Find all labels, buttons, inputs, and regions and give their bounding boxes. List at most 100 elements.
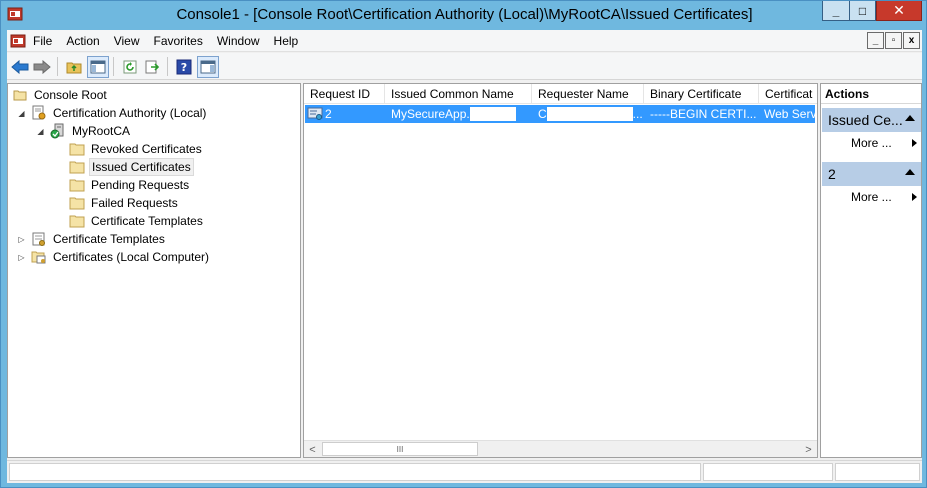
status-bar	[7, 460, 922, 482]
action-more-item[interactable]: More ...	[851, 188, 921, 206]
tree-item-revoked-certificates[interactable]: Revoked Certificates	[69, 140, 204, 158]
close-button[interactable]: ✕	[876, 1, 922, 21]
cell-certificate-template: Web Serv	[764, 107, 815, 121]
window-title: Console1 - [Console Root\Certification A…	[176, 6, 753, 23]
menu-favorites[interactable]: Favorites	[154, 34, 203, 48]
refresh-icon[interactable]	[119, 56, 141, 78]
console-root-icon	[12, 87, 28, 103]
mmc-window: Console1 - [Console Root\Certification A…	[0, 0, 927, 488]
status-segment-main	[9, 463, 701, 481]
cell-requester-name: C...	[532, 105, 644, 123]
tree-item-failed-requests[interactable]: Failed Requests	[69, 194, 180, 212]
tree-item-label: Issued Certificates	[89, 158, 194, 176]
expanded-arrow-icon[interactable]: ◢	[35, 126, 46, 137]
section-label: 2	[828, 166, 836, 182]
scroll-thumb[interactable]: III	[322, 442, 478, 456]
collapse-caret-icon[interactable]	[905, 115, 915, 121]
console-tree[interactable]: Console Root ◢ Certification Authority (…	[7, 83, 301, 458]
request-id-value: 2	[325, 107, 332, 121]
table-row[interactable]: 2 MySecureApp. C... -----BEGIN CERTI... …	[305, 105, 815, 123]
column-header-requester-name[interactable]: Requester Name	[532, 84, 644, 104]
maximize-button[interactable]: □	[849, 1, 876, 21]
child-window-controls: _ ▫ x	[866, 32, 920, 49]
certificate-row-icon	[307, 107, 323, 121]
redacted-block	[469, 107, 516, 121]
tree-item-certificates-local-computer[interactable]: ▷ Certificates (Local Computer)	[16, 248, 211, 266]
certificates-icon	[31, 249, 47, 265]
certificate-templates-icon	[31, 231, 47, 247]
child-close-button[interactable]: x	[903, 32, 920, 49]
tree-item-ca-certificate-templates[interactable]: Certificate Templates	[69, 212, 205, 230]
menu-view[interactable]: View	[114, 34, 140, 48]
child-restore-button[interactable]: ▫	[885, 32, 902, 49]
menu-items: File Action View Favorites Window Help	[33, 34, 312, 48]
collapsed-arrow-icon[interactable]: ▷	[16, 234, 27, 245]
up-folder-icon[interactable]	[63, 56, 85, 78]
action-more-issued[interactable]: More ...	[851, 134, 921, 152]
redacted-block	[546, 107, 633, 121]
actions-title: Actions	[821, 84, 921, 104]
back-icon[interactable]	[9, 56, 31, 78]
tree-item-label: MyRootCA	[72, 124, 131, 138]
menu-window[interactable]: Window	[217, 34, 260, 48]
collapse-caret-icon[interactable]	[905, 169, 915, 175]
tree-item-label: Failed Requests	[91, 196, 178, 210]
action-label: More ...	[851, 136, 892, 150]
show-hide-tree-icon[interactable]	[87, 56, 109, 78]
tree-item-certificate-templates[interactable]: ▷ Certificate Templates	[16, 230, 167, 248]
ca-server-icon	[50, 123, 66, 139]
tree-item-label: Revoked Certificates	[91, 142, 202, 156]
column-header-issued-common-name[interactable]: Issued Common Name	[385, 84, 532, 104]
folder-icon	[69, 159, 85, 175]
tree-item-pending-requests[interactable]: Pending Requests	[69, 176, 191, 194]
cell-issued-common-name: MySecureApp.	[385, 105, 532, 123]
tree-item-label: Certificates (Local Computer)	[53, 250, 210, 264]
submenu-arrow-icon	[912, 139, 917, 147]
menu-bar: File Action View Favorites Window Help _…	[7, 30, 922, 52]
menu-action[interactable]: Action	[66, 34, 99, 48]
collapsed-arrow-icon[interactable]: ▷	[16, 252, 27, 263]
action-label: More ...	[851, 190, 892, 204]
tree-item-myrootca[interactable]: ◢ MyRootCA	[35, 122, 132, 140]
requester-name-ellipsis: ...	[632, 107, 643, 121]
child-minimize-button[interactable]: _	[867, 32, 884, 49]
horizontal-scrollbar[interactable]: < III >	[304, 440, 817, 457]
window-controls: _ □ ✕	[822, 1, 922, 21]
menu-file[interactable]: File	[33, 34, 52, 48]
scroll-right-icon[interactable]: >	[800, 441, 817, 457]
minimize-button[interactable]: _	[822, 1, 849, 21]
actions-section-issued-certificates[interactable]: Issued Ce...	[822, 108, 921, 132]
tree-item-certification-authority[interactable]: ◢ Certification Authority (Local)	[16, 104, 208, 122]
folder-icon	[69, 177, 85, 193]
submenu-arrow-icon	[912, 193, 917, 201]
toolbar-separator	[113, 57, 114, 76]
column-header-request-id[interactable]: Request ID	[304, 84, 385, 104]
cell-binary-certificate: -----BEGIN CERTI...	[650, 107, 757, 121]
forward-icon[interactable]	[31, 56, 53, 78]
folder-icon	[69, 195, 85, 211]
expanded-arrow-icon[interactable]: ◢	[16, 108, 27, 119]
toolbar: ?	[7, 53, 922, 80]
actions-pane: Actions Issued Ce... More ... 2 More ...	[820, 83, 922, 458]
show-hide-action-pane-icon[interactable]	[197, 56, 219, 78]
list-header: Request ID Issued Common Name Requester …	[304, 84, 817, 104]
client-area: File Action View Favorites Window Help _…	[7, 30, 922, 483]
help-icon[interactable]: ?	[173, 56, 195, 78]
console-menu-icon[interactable]	[10, 33, 26, 49]
tree-item-label: Pending Requests	[91, 178, 190, 192]
tree-item-issued-certificates[interactable]: Issued Certificates	[69, 158, 194, 176]
export-list-icon[interactable]	[141, 56, 163, 78]
status-segment-right	[835, 463, 920, 481]
column-header-certificate-template[interactable]: Certificat	[759, 84, 817, 104]
title-bar[interactable]: Console1 - [Console Root\Certification A…	[1, 1, 927, 29]
cell-request-id: 2	[305, 105, 385, 123]
menu-help[interactable]: Help	[274, 34, 299, 48]
tree-item-console-root[interactable]: Console Root	[12, 86, 109, 104]
tree-item-label: Certificate Templates	[53, 232, 165, 246]
issued-common-name-value: MySecureApp.	[391, 107, 470, 121]
results-list[interactable]: Request ID Issued Common Name Requester …	[303, 83, 818, 458]
column-header-binary-certificate[interactable]: Binary Certificate	[644, 84, 759, 104]
certification-authority-icon	[31, 105, 47, 121]
scroll-left-icon[interactable]: <	[304, 441, 321, 457]
actions-section-item-2[interactable]: 2	[822, 162, 921, 186]
